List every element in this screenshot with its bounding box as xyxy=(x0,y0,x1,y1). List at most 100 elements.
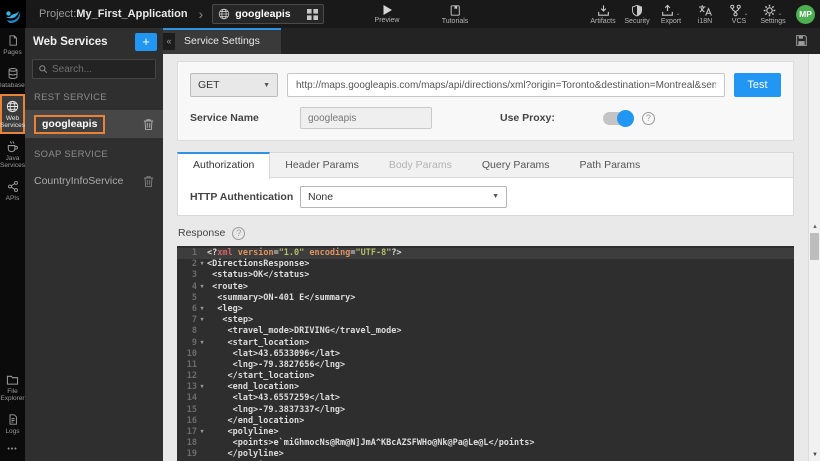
scroll-up-icon[interactable]: ▲ xyxy=(809,224,820,230)
response-help-icon[interactable]: ? xyxy=(232,226,246,240)
sidebar-item-label: APIs xyxy=(5,195,20,202)
folder-icon xyxy=(6,375,19,385)
app-logo[interactable] xyxy=(0,0,26,28)
scroll-down-icon[interactable]: ▼ xyxy=(809,452,820,458)
sidebar-item-label: Logs xyxy=(5,428,20,435)
code-line[interactable]: <summary>ON-401 E</summary> xyxy=(207,293,794,304)
url-input[interactable] xyxy=(287,73,725,97)
settings-button[interactable]: ⌄ Settings xyxy=(758,4,788,25)
vcs-button[interactable]: ⌄ VCS xyxy=(724,4,754,25)
collapse-panel-button[interactable]: « xyxy=(163,33,175,50)
code-gutter: 12▼34▼56▼7▼89▼10111213▼14151617▼181920▼2… xyxy=(177,246,207,461)
sidebar-item-web-services[interactable]: Web Services xyxy=(0,94,25,134)
method-select[interactable]: GET ▼ xyxy=(190,73,278,97)
book-icon xyxy=(450,4,460,16)
search-box[interactable] xyxy=(32,59,156,79)
sidebar-item-java-services[interactable]: Java Services xyxy=(0,134,25,174)
service-selector[interactable]: googleapis xyxy=(212,4,325,24)
fold-toggle-icon[interactable]: ▼ xyxy=(197,427,207,438)
user-avatar[interactable]: MP xyxy=(796,4,815,24)
export-button[interactable]: ⌄ Export xyxy=(656,4,686,25)
scrollbar-thumb[interactable] xyxy=(810,233,819,260)
search-input[interactable] xyxy=(52,63,150,75)
fold-toggle-icon[interactable]: ▼ xyxy=(197,304,207,315)
fold-toggle-icon[interactable]: ▼ xyxy=(197,259,207,270)
web-services-panel: Web Services + REST SERVICE googleapis S… xyxy=(25,28,163,461)
sidebar-item-apis[interactable]: APIs xyxy=(0,174,25,207)
service-name-input[interactable] xyxy=(300,107,432,129)
preview-label: Preview xyxy=(374,17,400,24)
code-line[interactable]: <?xml version="1.0" encoding="UTF-8"?> xyxy=(207,248,794,260)
code-line[interactable]: <lng>-79.3827656</lng> xyxy=(207,360,794,371)
artifacts-button[interactable]: Artifacts xyxy=(588,4,618,25)
method-value: GET xyxy=(198,79,220,91)
globe-icon xyxy=(219,8,230,20)
top-bar: Project:My_First_Application › googleapi… xyxy=(0,0,820,28)
sidebar-more-button[interactable]: ••• xyxy=(0,440,25,455)
service-item-countryinfoservice[interactable]: CountryInfoService xyxy=(25,167,163,195)
fold-toggle-icon[interactable]: ▼ xyxy=(197,282,207,293)
code-line[interactable]: <lng>-79.3837337</lng> xyxy=(207,405,794,416)
code-line[interactable]: </end_location> xyxy=(207,416,794,427)
grid-icon[interactable] xyxy=(307,8,319,20)
code-line[interactable]: <start_location> xyxy=(207,338,794,349)
fold-toggle-icon[interactable]: ▼ xyxy=(197,315,207,326)
preview-button[interactable]: Preview xyxy=(372,0,402,28)
project-name: My_First_Application xyxy=(76,8,188,20)
branch-icon xyxy=(730,4,742,16)
use-proxy-toggle[interactable] xyxy=(602,109,634,127)
tab-query-params[interactable]: Query Params xyxy=(467,153,565,177)
page-icon xyxy=(9,35,17,46)
main-scrollbar[interactable]: ▲ ▼ xyxy=(808,54,820,461)
fold-toggle-icon[interactable]: ▼ xyxy=(197,338,207,349)
project-breadcrumb[interactable]: Project:My_First_Application xyxy=(39,8,188,20)
add-service-button[interactable]: + xyxy=(135,32,157,51)
security-button[interactable]: Security xyxy=(622,4,652,25)
save-button[interactable] xyxy=(795,34,808,47)
code-line[interactable]: <route> xyxy=(207,282,794,293)
code-line[interactable]: <polyline> xyxy=(207,427,794,438)
code-line[interactable]: <step> xyxy=(207,315,794,326)
code-line[interactable]: <points>e`miGhmocNs@Rm@N]JmA^KBcAZSFWHo@… xyxy=(207,438,794,449)
sidebar-item-pages[interactable]: Pages xyxy=(0,28,25,61)
http-auth-select[interactable]: None ▼ xyxy=(300,185,507,208)
code-line[interactable]: <lat>43.6533096</lat> xyxy=(207,349,794,360)
test-button[interactable]: Test xyxy=(734,73,781,97)
service-item-googleapis[interactable]: googleapis xyxy=(25,110,163,138)
tab-header-params[interactable]: Header Params xyxy=(270,153,374,177)
proxy-help-icon[interactable]: ? xyxy=(641,111,655,125)
rest-service-header: REST SERVICE xyxy=(34,92,107,103)
tab-body-params[interactable]: Body Params xyxy=(374,153,467,177)
sidebar-item-file-explorer[interactable]: File Explorer xyxy=(0,368,25,407)
panel-header: Web Services + xyxy=(25,28,163,55)
left-sidebar-bottom: File Explorer Logs ••• xyxy=(0,368,25,455)
sidebar-item-logs[interactable]: Logs xyxy=(0,407,25,440)
code-line[interactable]: </polyline> xyxy=(207,449,794,460)
params-tabstrip: Authorization Header Params Body Params … xyxy=(177,152,794,179)
tab-authorization[interactable]: Authorization xyxy=(177,152,271,179)
http-auth-value: None xyxy=(308,190,334,203)
security-label: Security xyxy=(624,17,650,25)
vcs-label: VCS xyxy=(731,17,747,25)
authorization-content: HTTP Authentication None ▼ xyxy=(177,178,794,216)
tutorials-button[interactable]: Tutorials xyxy=(440,0,470,28)
chevron-down-icon: ⌄ xyxy=(675,10,681,17)
code-line[interactable]: <lat>43.6557259</lat> xyxy=(207,393,794,404)
code-line[interactable]: <status>OK</status> xyxy=(207,270,794,281)
code-line[interactable]: <end_location> xyxy=(207,382,794,393)
log-file-icon xyxy=(9,414,17,425)
code-line[interactable]: <travel_mode>DRIVING</travel_mode> xyxy=(207,326,794,337)
soap-service-header: SOAP SERVICE xyxy=(34,149,109,160)
fold-toggle-icon[interactable]: ▼ xyxy=(197,382,207,393)
code-line[interactable]: <leg> xyxy=(207,304,794,315)
delete-service-icon[interactable] xyxy=(143,118,154,131)
i18n-button[interactable]: i18N xyxy=(690,4,720,25)
code-lines[interactable]: <?xml version="1.0" encoding="UTF-8"?> <D… xyxy=(207,246,794,461)
code-line[interactable]: <DirectionsResponse> xyxy=(207,259,794,270)
tab-service-settings[interactable]: Service Settings xyxy=(163,28,281,54)
delete-service-icon[interactable] xyxy=(143,175,154,188)
tab-path-params[interactable]: Path Params xyxy=(565,153,656,177)
code-line[interactable]: </start_location> xyxy=(207,371,794,382)
sidebar-item-databases[interactable]: Databases xyxy=(0,61,28,94)
response-editor[interactable]: 12▼34▼56▼7▼89▼10111213▼14151617▼181920▼2… xyxy=(177,246,794,461)
